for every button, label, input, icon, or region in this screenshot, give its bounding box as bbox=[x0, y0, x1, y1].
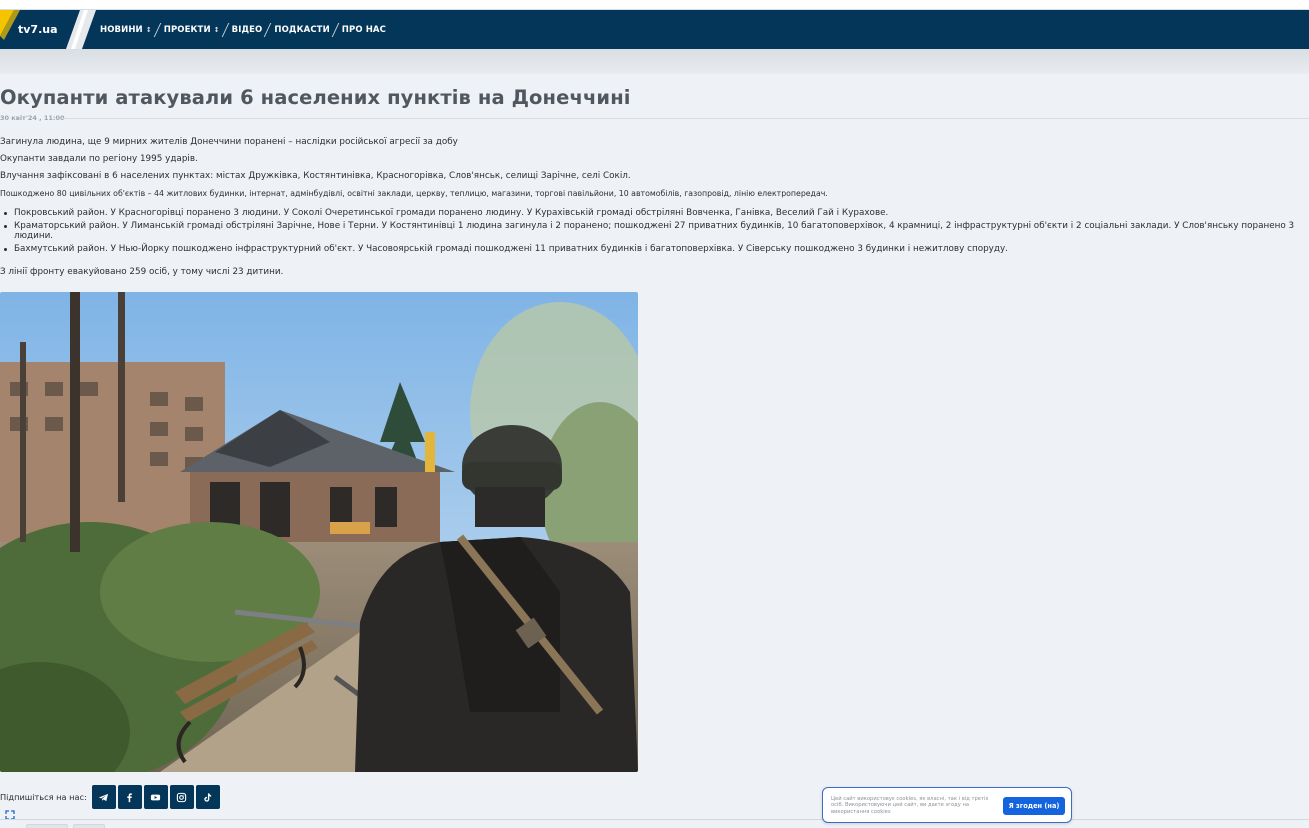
telegram-icon bbox=[99, 793, 109, 801]
footer-tab[interactable] bbox=[26, 824, 68, 828]
tiktok-button[interactable] bbox=[195, 785, 220, 809]
caret-updown-icon: ↕ bbox=[213, 25, 220, 34]
nav-item-label: НОВИНИ bbox=[100, 24, 143, 35]
paragraph: Окупанти завдали по регіону 1995 ударів. bbox=[0, 154, 198, 164]
nav-item-label: ПОДКАСТИ bbox=[274, 24, 330, 35]
district-list: Покровський район. У Красногорівці поран… bbox=[0, 208, 1300, 257]
youtube-button[interactable] bbox=[143, 785, 168, 809]
main-navigation: tv7.ua НОВИНИ ↕ ПРОЕКТИ ↕ ВІДЕО ПОДКАСТИ ПРО Н… bbox=[0, 10, 1309, 49]
nav-item-label: ВІДЕО bbox=[231, 24, 263, 35]
nav-item[interactable]: НОВИНИ ↕ bbox=[100, 25, 152, 35]
social-subscribe: Підпишіться на нас: bbox=[0, 785, 222, 809]
nav-separator bbox=[264, 22, 272, 37]
nav-separator bbox=[221, 22, 229, 37]
browser-top-strip bbox=[0, 0, 1309, 10]
nav-item[interactable]: ПОДКАСТИ bbox=[274, 25, 329, 35]
paragraph: Влучання зафіксовані в 6 населених пункт… bbox=[0, 171, 631, 181]
article-photo bbox=[0, 292, 638, 772]
nav-item-label: ПРО НАС bbox=[341, 24, 386, 35]
footer-tab[interactable] bbox=[73, 824, 105, 828]
cookie-text: Цей сайт використовує cookies, як власні… bbox=[831, 796, 989, 815]
sub-header-band bbox=[0, 49, 1309, 74]
facebook-button[interactable] bbox=[117, 785, 142, 809]
cookie-banner: Цей сайт використовує cookies, як власні… bbox=[822, 787, 1072, 823]
nav-item[interactable]: ПРО НАС bbox=[342, 25, 386, 35]
caret-updown-icon: ↕ bbox=[145, 25, 152, 34]
nav-separator bbox=[331, 22, 340, 37]
cookie-accept-button[interactable]: Я згоден (на) bbox=[1003, 797, 1065, 815]
closing-paragraph: З лінії фронту евакуйовано 259 осіб, у т… bbox=[0, 267, 284, 277]
social-label: Підпишіться на нас: bbox=[0, 792, 87, 802]
logo-text: tv7.ua bbox=[18, 23, 58, 36]
nav-menu: НОВИНИ ↕ ПРОЕКТИ ↕ ВІДЕО ПОДКАСТИ ПРО НАС bbox=[100, 10, 386, 49]
telegram-button[interactable] bbox=[91, 785, 116, 809]
site-logo[interactable]: tv7.ua bbox=[0, 10, 96, 49]
tiktok-icon bbox=[204, 792, 212, 802]
youtube-icon bbox=[151, 794, 161, 800]
instagram-button[interactable] bbox=[169, 785, 194, 809]
facebook-icon bbox=[127, 792, 133, 802]
list-item: Бахмутський район. У Нью-Йорку пошкоджен… bbox=[0, 244, 1300, 255]
paragraph: Пошкоджено 80 цивільних об'єктів – 44 жи… bbox=[0, 189, 828, 198]
list-item: Краматорський район. У Лиманській громад… bbox=[0, 221, 1300, 242]
instagram-icon bbox=[177, 792, 187, 802]
nav-item-label: ПРОЕКТИ bbox=[163, 24, 211, 35]
list-item: Покровський район. У Красногорівці поран… bbox=[0, 208, 1300, 219]
nav-item[interactable]: ВІДЕО bbox=[232, 25, 263, 35]
paragraph: Загинула людина, ще 9 мирних жителів Дон… bbox=[0, 137, 458, 147]
nav-item[interactable]: ПРОЕКТИ ↕ bbox=[164, 25, 220, 35]
divider bbox=[62, 118, 1309, 119]
footer-divider bbox=[0, 819, 1309, 820]
article-title: Окупанти атакували 6 населених пунктів н… bbox=[0, 86, 631, 109]
publish-date: 30 квіт'24 , 11:00 bbox=[0, 114, 65, 122]
nav-separator bbox=[153, 22, 161, 37]
dateline: 30 квіт'24 , 11:00 bbox=[0, 114, 1309, 124]
